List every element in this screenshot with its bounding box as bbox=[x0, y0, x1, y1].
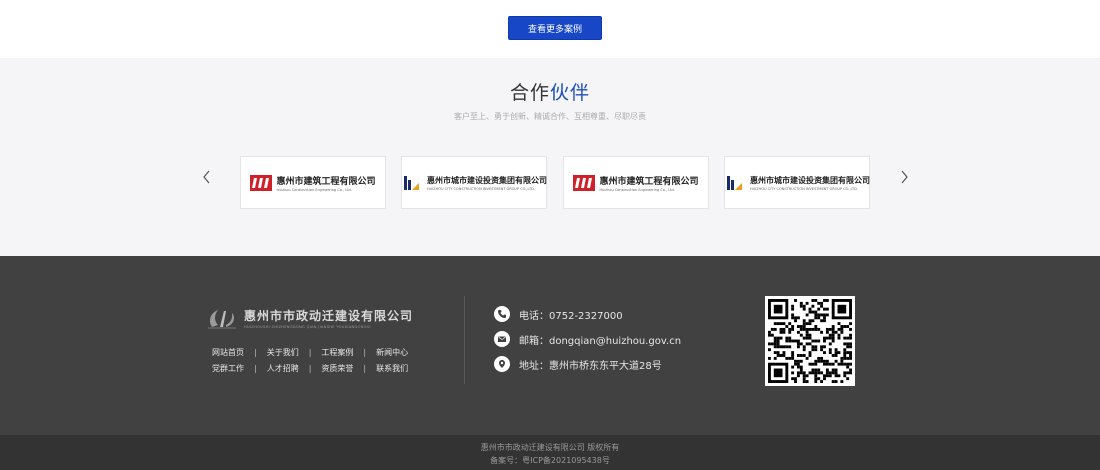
footer-link-contact[interactable]: 联系我们 bbox=[376, 363, 408, 374]
partner-name-en: HUIZHOU CITY CONSTRUCTION INVESTMENT GRO… bbox=[427, 186, 535, 191]
wechat-qr-code bbox=[765, 296, 855, 386]
partners-subtitle: 客户至上、勇于创新、精诚合作、互相尊重、尽职尽责 bbox=[454, 112, 646, 121]
partner-logo-card[interactable]: 惠州市建筑工程有限公司 Huizhou Construction Enginee… bbox=[563, 156, 709, 209]
view-more-cases-button[interactable]: 查看更多案例 bbox=[508, 16, 602, 40]
city-investment-logo-icon bbox=[404, 175, 419, 190]
icp-record-link[interactable]: 备案号：粤ICP备2021095438号 bbox=[0, 455, 1100, 466]
partners-section: 合作伙伴 客户至上、勇于创新、精诚合作、互相尊重、尽职尽责 惠州市建筑工程有限公… bbox=[0, 58, 1100, 256]
partner-name-cn: 惠州市城市建设投资集团有限公司 bbox=[750, 175, 870, 185]
contact-address: 地址：惠州市桥东东平大道28号 bbox=[494, 356, 662, 372]
cases-section-bottom: 查看更多案例 bbox=[0, 0, 1100, 58]
partner-name-cn: 惠州市建筑工程有限公司 bbox=[599, 176, 699, 187]
link-separator: | bbox=[308, 348, 312, 357]
link-separator: | bbox=[308, 364, 312, 373]
contact-email: 邮箱：dongqian@huizhou.gov.cn bbox=[494, 331, 681, 347]
footer-link-about[interactable]: 关于我们 bbox=[267, 347, 299, 358]
partner-logo-card[interactable]: 惠州市城市建设投资集团有限公司 HUIZHOU CITY CONSTRUCTIO… bbox=[401, 156, 547, 209]
copyright-text: 惠州市市政动迁建设有限公司 版权所有 bbox=[480, 443, 620, 452]
site-footer: 惠州市市政动迁建设有限公司 HUIZHOUSHI SHIZHENGDONG QI… bbox=[0, 256, 1100, 435]
partners-title: 合作伙伴 bbox=[509, 82, 591, 104]
qr-code-icon bbox=[768, 299, 852, 383]
partner-logo-card[interactable]: 惠州市建筑工程有限公司 Huizhou Construction Enginee… bbox=[240, 156, 386, 209]
link-separator: | bbox=[363, 364, 367, 373]
footer-link-jobs[interactable]: 人才招聘 bbox=[267, 363, 299, 374]
footer-link-honors[interactable]: 资质荣誉 bbox=[321, 363, 353, 374]
footer-brand-pinyin: HUIZHOUSHI SHIZHENGDONG QIAN JIANSHE YOU… bbox=[244, 325, 371, 329]
partner-name-en: Huizhou Construction Engineering Co., Lt… bbox=[276, 187, 352, 192]
partner-name-en: Huizhou Construction Engineering Co., Lt… bbox=[599, 187, 675, 192]
partner-name-cn: 惠州市建筑工程有限公司 bbox=[276, 176, 376, 187]
copyright-bar: 惠州市市政动迁建设有限公司 版权所有 备案号：粤ICP备2021095438号 bbox=[0, 435, 1100, 470]
carousel-prev-arrow-icon[interactable] bbox=[200, 170, 214, 184]
footer-link-cases[interactable]: 工程案例 bbox=[321, 347, 353, 358]
email-icon bbox=[494, 331, 510, 347]
partner-name-cn: 惠州市城市建设投资集团有限公司 bbox=[427, 175, 547, 185]
partner-logo-card[interactable]: 惠州市城市建设投资集团有限公司 HUIZHOU CITY CONSTRUCTIO… bbox=[724, 156, 870, 209]
company-logo-icon bbox=[208, 310, 236, 329]
footer-link-news[interactable]: 新闻中心 bbox=[376, 347, 408, 358]
link-separator: | bbox=[363, 348, 367, 357]
footer-link-home[interactable]: 网站首页 bbox=[212, 347, 244, 358]
footer-brand[interactable]: 惠州市市政动迁建设有限公司 HUIZHOUSHI SHIZHENGDONG QI… bbox=[206, 306, 416, 330]
link-separator: | bbox=[254, 348, 257, 357]
footer-link-party[interactable]: 党群工作 bbox=[212, 363, 244, 374]
footer-divider bbox=[464, 296, 465, 384]
construction-logo-icon bbox=[573, 174, 596, 191]
footer-nav-row-1: 网站首页 | 关于我们 | 工程案例 | 新闻中心 bbox=[212, 347, 412, 358]
footer-nav-row-2: 党群工作 | 人才招聘 | 资质荣誉 | 联系我们 bbox=[212, 363, 412, 374]
contact-phone: 电话：0752-2327000 bbox=[494, 306, 623, 322]
phone-text: 电话：0752-2327000 bbox=[519, 310, 623, 322]
city-investment-logo-icon bbox=[727, 175, 742, 190]
location-pin-icon bbox=[494, 356, 510, 372]
phone-icon bbox=[494, 306, 510, 322]
construction-logo-icon bbox=[250, 174, 273, 191]
footer-brand-name: 惠州市市政动迁建设有限公司 bbox=[244, 309, 414, 323]
carousel-next-arrow-icon[interactable] bbox=[897, 170, 911, 184]
email-text: 邮箱：dongqian@huizhou.gov.cn bbox=[519, 335, 682, 347]
address-text: 地址：惠州市桥东东平大道28号 bbox=[519, 360, 662, 372]
link-separator: | bbox=[254, 364, 257, 373]
partner-name-en: HUIZHOU CITY CONSTRUCTION INVESTMENT GRO… bbox=[750, 186, 858, 191]
